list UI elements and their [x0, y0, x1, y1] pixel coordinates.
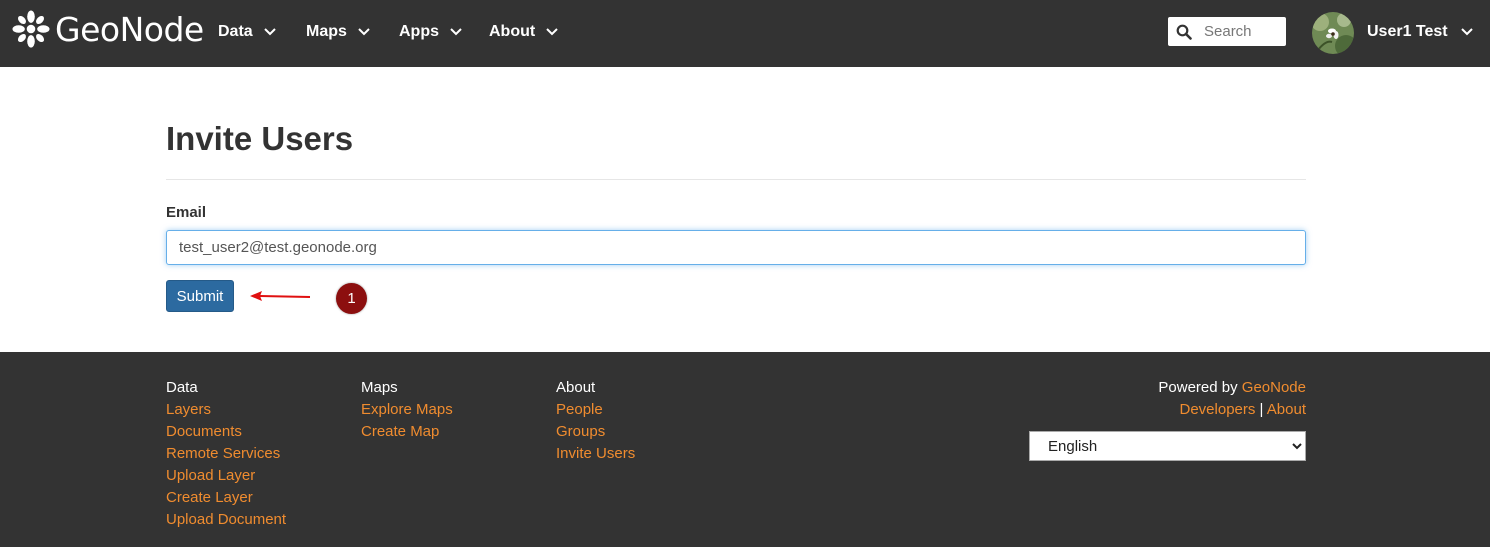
avatar-flower-image [1312, 12, 1354, 54]
nav-menu-maps[interactable]: Maps [306, 20, 371, 44]
footer-link-groups[interactable]: Groups [556, 421, 635, 443]
page-title: Invite Users [166, 120, 354, 157]
footer: Data Layers Documents Remote Services Up… [0, 352, 1490, 547]
footer-link-explore-maps[interactable]: Explore Maps [361, 399, 453, 421]
footer-link-documents[interactable]: Documents [166, 421, 286, 443]
chevron-down-icon [1460, 28, 1473, 36]
brand-name: GeoNode [55, 9, 204, 49]
footer-link-upload-layer[interactable]: Upload Layer [166, 465, 286, 487]
footer-link-layers[interactable]: Layers [166, 399, 286, 421]
footer-link-remote-services[interactable]: Remote Services [166, 443, 286, 465]
search-input[interactable] [1204, 23, 1284, 40]
nav-menu-label: About [489, 23, 536, 40]
about-link[interactable]: About [1267, 401, 1306, 418]
user-menu[interactable]: User1 Test [1367, 20, 1474, 44]
title-divider [166, 179, 1306, 180]
powered-by-line: Powered by GeoNode [1158, 377, 1306, 399]
link-separator: | [1259, 401, 1264, 418]
user-name-label: User1 Test [1367, 23, 1448, 40]
brand-logo[interactable]: GeoNode [12, 8, 204, 50]
language-select[interactable]: English [1029, 431, 1306, 461]
nav-menu-about[interactable]: About [489, 20, 559, 44]
search-icon [1176, 24, 1192, 40]
nav-menu-data[interactable]: Data [218, 20, 277, 44]
footer-heading: About [556, 379, 596, 396]
geonode-link[interactable]: GeoNode [1242, 379, 1306, 396]
footer-heading: Data [166, 379, 198, 396]
search-box[interactable] [1168, 17, 1286, 46]
email-input[interactable] [166, 230, 1306, 265]
email-label: Email [166, 204, 207, 221]
footer-link-create-map[interactable]: Create Map [361, 421, 453, 443]
chevron-down-icon [450, 28, 462, 36]
footer-link-people[interactable]: People [556, 399, 635, 421]
geonode-flower-icon [12, 10, 50, 48]
developers-about-line: Developers | About [1158, 399, 1307, 421]
nav-menu-label: Maps [306, 23, 347, 40]
submit-button[interactable]: Submit [166, 280, 234, 312]
footer-column-data: Data Layers Documents Remote Services Up… [166, 377, 286, 531]
footer-column-about: About People Groups Invite Users [556, 377, 635, 465]
footer-column-maps: Maps Explore Maps Create Map [361, 377, 453, 443]
developers-link[interactable]: Developers [1180, 401, 1256, 418]
annotation-arrow-icon [250, 291, 311, 301]
footer-link-create-layer[interactable]: Create Layer [166, 487, 286, 509]
step-number-badge: 1 [336, 283, 367, 314]
footer-link-invite-users[interactable]: Invite Users [556, 443, 635, 465]
top-navbar: GeoNode Data Maps Apps About Search User… [0, 0, 1490, 67]
user-avatar[interactable] [1312, 12, 1354, 54]
powered-by-text: Powered by [1158, 379, 1238, 396]
chevron-down-icon [358, 28, 370, 36]
footer-heading: Maps [361, 379, 398, 396]
nav-menu-apps[interactable]: Apps [399, 20, 463, 44]
chevron-down-icon [546, 28, 558, 36]
chevron-down-icon [263, 28, 276, 36]
powered-by: Powered by GeoNode Developers | About [1158, 377, 1306, 421]
nav-menu-label: Apps [399, 23, 439, 40]
nav-menu-label: Data [218, 23, 253, 40]
footer-link-upload-document[interactable]: Upload Document [166, 509, 286, 531]
